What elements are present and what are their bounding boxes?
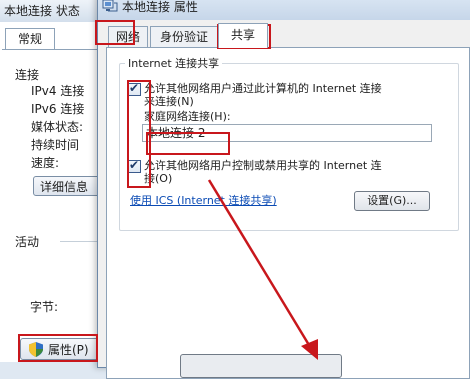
properties-window-titlebar: 本地连接 属性 [98, 0, 470, 20]
checkmark-icon: ✔ [129, 81, 140, 95]
properties-button-label: 属性(P) [48, 343, 89, 357]
shield-icon [29, 342, 43, 357]
ics-group-title: Internet 连接共享 [125, 55, 223, 71]
allow-control-label-line2: 接(O) [144, 172, 173, 185]
status-window-title: 本地连接 状态 [4, 4, 80, 18]
allow-control-checkbox[interactable]: ✔ [128, 158, 141, 173]
speed-label: 速度: [31, 156, 60, 170]
ipv6-label: IPv6 连接 [31, 102, 85, 116]
status-window: 本地连接 状态 常规 连接 IPv4 连接 IPv6 连接 媒体状态: 持续时间… [0, 0, 103, 362]
ics-help-link[interactable]: 使用 ICS (Internet 连接共享) [130, 192, 277, 208]
allow-connect-label-line1: 允许其他网络用户通过此计算机的 Internet 连接 [144, 82, 382, 95]
media-status-label: 媒体状态: [31, 120, 84, 134]
sharing-panel: Internet 连接共享 ✔ 允许其他网络用户通过此计算机的 Internet… [106, 47, 470, 379]
tab-network[interactable]: 网络 [108, 26, 148, 47]
tab-general[interactable]: 常规 [5, 28, 55, 49]
bytes-label: 字节: [30, 300, 59, 314]
network-connection-icon [102, 0, 118, 12]
ipv4-label: IPv4 连接 [31, 84, 85, 98]
home-network-label: 家庭网络连接(H): [144, 110, 231, 123]
allow-connect-checkbox[interactable]: ✔ [128, 81, 141, 96]
ics-group: Internet 连接共享 ✔ 允许其他网络用户通过此计算机的 Internet… [119, 55, 459, 231]
properties-window-title: 本地连接 属性 [122, 0, 198, 14]
status-window-titlebar: 本地连接 状态 [0, 0, 100, 22]
checkmark-icon: ✔ [129, 158, 140, 172]
details-button[interactable]: 详细信息 [33, 176, 103, 196]
duration-label: 持续时间 [31, 138, 80, 152]
activity-heading: 活动 [15, 235, 40, 249]
ok-button[interactable] [180, 354, 342, 378]
allow-connect-label-line2: 来连接(N) [144, 95, 194, 108]
tab-sharing[interactable]: 共享 [218, 23, 268, 48]
allow-control-label-line1: 允许其他网络用户控制或禁用共享的 Internet 连 [144, 159, 382, 172]
settings-button[interactable]: 设置(G)... [354, 191, 430, 211]
properties-window: 本地连接 属性 网络 身份验证 共享 Internet 连接共享 ✔ 允许其他网… [97, 0, 470, 379]
tab-authentication[interactable]: 身份验证 [150, 26, 218, 47]
connection-heading: 连接 [15, 68, 40, 82]
tab-divider [2, 49, 100, 50]
properties-button[interactable]: 属性(P) [20, 338, 100, 360]
activity-divider [60, 241, 100, 242]
properties-window-body: 网络 身份验证 共享 Internet 连接共享 ✔ 允许其他网络用户通过此计算… [98, 20, 470, 379]
home-network-select[interactable]: 本地连接 2 [142, 124, 432, 142]
